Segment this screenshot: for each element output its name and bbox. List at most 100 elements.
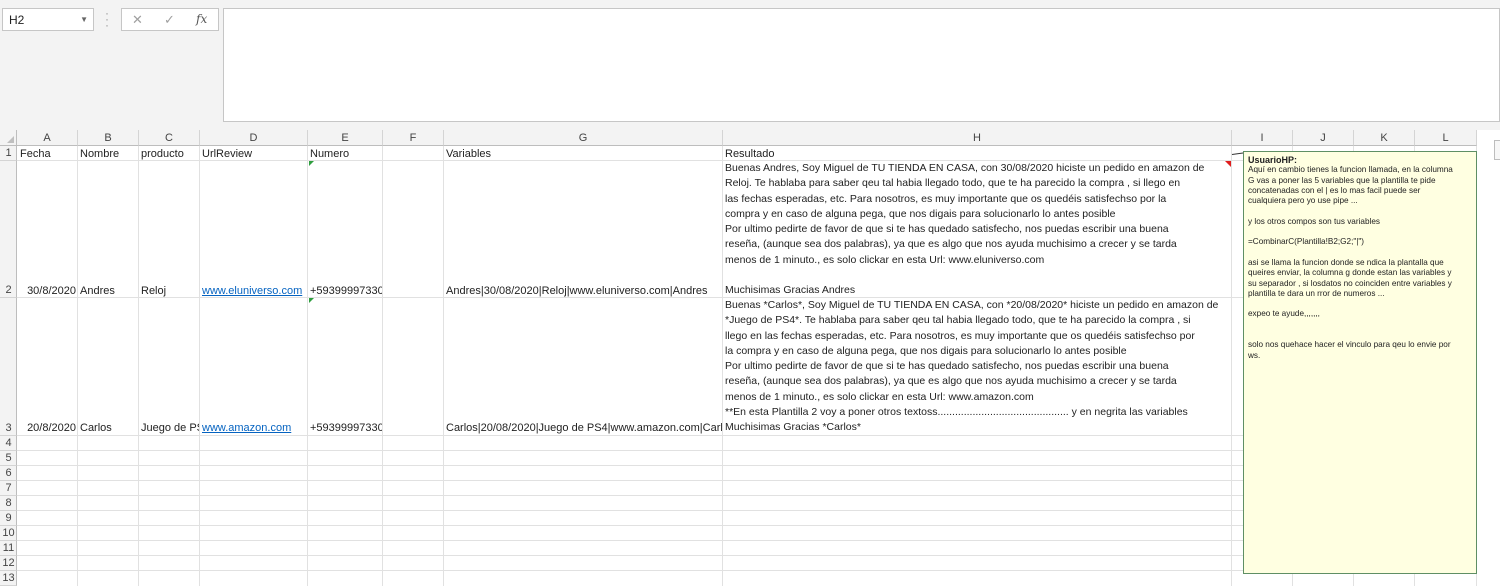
gridline xyxy=(138,146,139,586)
comment-line: plantilla te dara un rror de numeros ... xyxy=(1248,288,1385,298)
row-number: 10 xyxy=(2,527,15,539)
row-number: 13 xyxy=(2,572,15,584)
row-header-5[interactable]: 5 xyxy=(0,451,17,466)
row-number: 12 xyxy=(2,557,15,569)
result-line: reseña, (aunque sea dos palabras), ya qu… xyxy=(725,375,1177,388)
result-line: las fechas esperadas, etc. Para nosotros… xyxy=(725,192,1167,205)
row-number: 8 xyxy=(5,497,12,509)
comment-line: queires enviar, la columna g donde estan… xyxy=(1248,268,1452,278)
column-header-i[interactable]: I xyxy=(1232,130,1293,146)
drag-handle-icon[interactable]: · · · xyxy=(102,7,112,31)
cell-e1[interactable]: Numero xyxy=(310,148,380,161)
comment-indicator-icon[interactable] xyxy=(1225,161,1231,167)
name-box-value: H2 xyxy=(9,13,25,27)
comment-line: expeo te ayude,,,,,,, xyxy=(1248,309,1320,319)
comment-line: su separador , si losdatos no coinciden … xyxy=(1248,278,1452,288)
column-header-f[interactable]: F xyxy=(383,130,444,146)
result-line: reseña, (aunque sea dos palabras), ya qu… xyxy=(725,238,1177,251)
cell-g1[interactable]: Variables xyxy=(446,148,720,161)
cell-b2[interactable]: Andres xyxy=(80,285,136,298)
row-header-4[interactable]: 4 xyxy=(0,436,17,451)
result-line: Por ultimo pedirte de favor de que si te… xyxy=(725,360,1169,373)
cell-d3-link[interactable]: www.amazon.com xyxy=(202,422,306,435)
row-header-9[interactable]: 9 xyxy=(0,511,17,526)
column-header-a[interactable]: A xyxy=(17,130,78,146)
cell-b3[interactable]: Carlos xyxy=(80,422,136,435)
column-header-k[interactable]: K xyxy=(1354,130,1415,146)
comment-line xyxy=(1248,330,1472,340)
column-header-g[interactable]: G xyxy=(444,130,723,146)
result-line: *Juego de PS4*. Te hablaba para saber qe… xyxy=(725,314,1191,327)
gridline xyxy=(307,146,308,586)
column-header-e[interactable]: E xyxy=(308,130,383,146)
row-number: 1 xyxy=(5,147,12,159)
row-header-13[interactable]: 13 xyxy=(0,571,17,586)
cell-g3[interactable]: Carlos|20/08/2020|Juego de PS4|www.amazo… xyxy=(446,422,722,435)
result-line: llego en las fechas esperadas, etc. Para… xyxy=(725,329,1195,342)
comment-line xyxy=(1248,206,1472,216)
comment-line: ws. xyxy=(1248,350,1261,360)
formula-buttons: ✕ ✓ fx xyxy=(121,8,219,31)
result-line: compra y en caso de alguna pega, que nos… xyxy=(725,207,1116,220)
result-line: **En esta Plantilla 2 voy a poner otros … xyxy=(725,406,1188,419)
formula-input[interactable] xyxy=(223,8,1500,122)
insert-function-icon[interactable]: fx xyxy=(196,12,207,26)
column-header-l[interactable]: L xyxy=(1415,130,1477,146)
row-header-3[interactable]: 3 xyxy=(0,298,17,436)
column-header-d[interactable]: D xyxy=(200,130,308,146)
row-header-11[interactable]: 11 xyxy=(0,541,17,556)
error-indicator-icon[interactable] xyxy=(309,161,314,166)
check-icon[interactable]: ✓ xyxy=(164,12,175,28)
column-header-c[interactable]: C xyxy=(139,130,200,146)
result-line: Muchisimas Gracias Andres xyxy=(725,284,856,297)
row-header-7[interactable]: 7 xyxy=(0,481,17,496)
chevron-down-icon[interactable]: ▼ xyxy=(80,15,88,24)
cell-comment[interactable]: UsuarioHP: Aquí en cambio tienes la func… xyxy=(1243,151,1477,574)
cell-h2[interactable]: Buenas Andres, Soy Miguel de TU TIENDA E… xyxy=(725,161,1230,298)
cell-a3[interactable]: 20/8/2020 xyxy=(18,422,76,435)
row-number: 5 xyxy=(5,452,12,464)
result-line: menos de 1 minuto., es solo clickar en e… xyxy=(725,253,1045,266)
error-indicator-icon[interactable] xyxy=(309,298,314,303)
cell-h1[interactable]: Resultado xyxy=(725,148,1229,161)
cell-a2[interactable]: 30/8/2020 xyxy=(18,285,76,298)
row-header-12[interactable]: 12 xyxy=(0,556,17,571)
comment-line: Aquí en cambio tienes la funcion llamada… xyxy=(1248,165,1453,175)
row-header-10[interactable]: 10 xyxy=(0,526,17,541)
name-box[interactable]: H2 ▼ xyxy=(2,8,94,31)
column-header-b[interactable]: B xyxy=(78,130,139,146)
cell-a1[interactable]: Fecha xyxy=(20,148,76,161)
comment-line: =CombinarC(Plantilla!B2;G2;"|") xyxy=(1248,237,1365,247)
row-number: 9 xyxy=(5,512,12,524)
row-header-8[interactable]: 8 xyxy=(0,496,17,511)
cell-d2-link[interactable]: www.eluniverso.com xyxy=(202,285,306,298)
column-header-h[interactable]: H xyxy=(723,130,1232,146)
comment-line xyxy=(1248,227,1472,237)
cell-c3[interactable]: Juego de PS4 xyxy=(141,422,199,435)
cell-d1[interactable]: UrlReview xyxy=(202,148,306,161)
comment-line: G vas a poner las 5 variables que la pla… xyxy=(1248,175,1436,185)
cell-e2[interactable]: +593999973305 xyxy=(310,285,382,298)
gridline xyxy=(77,146,78,586)
row-header-2[interactable]: 2 xyxy=(0,161,17,298)
cell-c1[interactable]: producto xyxy=(141,148,197,161)
cell-g2[interactable]: Andres|30/08/2020|Reloj|www.eluniverso.c… xyxy=(446,285,722,298)
comment-line xyxy=(1248,248,1472,258)
scrollbar-edge[interactable] xyxy=(1494,140,1500,160)
result-line: Buenas Andres, Soy Miguel de TU TIENDA E… xyxy=(725,162,1205,174)
formula-toolbar: H2 ▼ · · · ✕ ✓ fx xyxy=(0,0,1500,130)
row-number: 3 xyxy=(5,422,12,434)
column-header-j[interactable]: J xyxy=(1293,130,1354,146)
row-header-1[interactable]: 1 xyxy=(0,146,17,161)
comment-line: asi se llama la funcion donde se ndica l… xyxy=(1248,257,1444,267)
row-number: 2 xyxy=(5,284,12,296)
cell-b1[interactable]: Nombre xyxy=(80,148,136,161)
row-header-6[interactable]: 6 xyxy=(0,466,17,481)
row-number: 7 xyxy=(5,482,12,494)
cancel-icon[interactable]: ✕ xyxy=(132,12,143,28)
cell-h3[interactable]: Buenas *Carlos*, Soy Miguel de TU TIENDA… xyxy=(725,298,1230,436)
select-all-button[interactable] xyxy=(0,130,17,146)
cell-e3[interactable]: +593999973305 xyxy=(310,422,382,435)
result-line: la compra y en caso de alguna pega, que … xyxy=(725,344,1127,357)
cell-c2[interactable]: Reloj xyxy=(141,285,197,298)
